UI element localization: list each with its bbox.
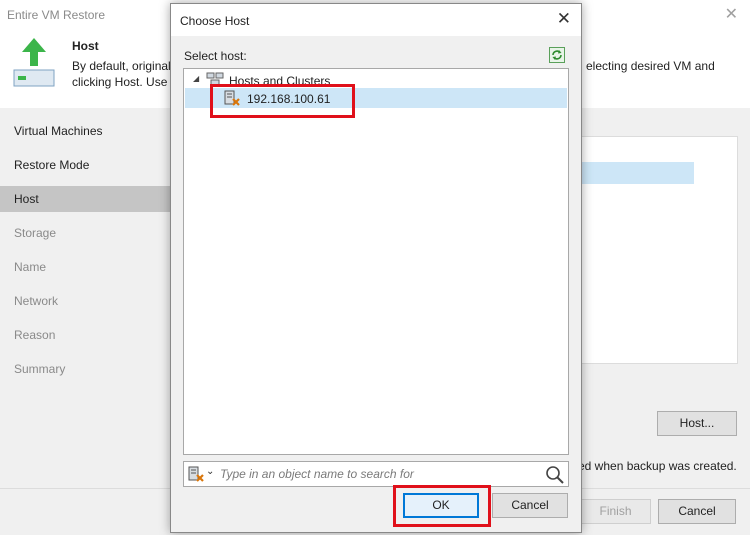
header-description-line1: By default, original <box>72 59 170 73</box>
step-summary: Summary <box>14 362 66 376</box>
dialog-titlebar: Choose Host ✕ <box>171 4 581 36</box>
header-description-right: electing desired VM and <box>586 59 715 73</box>
host-tree[interactable]: ◢ Hosts and Clusters 192.168.100.61 <box>183 68 569 455</box>
search-box: ⌄ <box>183 461 569 487</box>
dialog-cancel-button[interactable]: Cancel <box>492 493 568 518</box>
search-icon[interactable] <box>545 465 565 485</box>
upload-arrow-icon <box>13 38 55 87</box>
wizard-title: Entire VM Restore <box>7 8 106 22</box>
wizard-close-icon[interactable]: ✕ <box>725 4 738 24</box>
ok-highlight-box <box>393 485 491 527</box>
step-virtual-machines[interactable]: Virtual Machines <box>0 118 170 144</box>
wizard-cancel-button[interactable]: Cancel <box>658 499 736 524</box>
step-network: Network <box>14 294 59 308</box>
vm-host-list[interactable] <box>578 136 738 364</box>
header-title: Host <box>72 39 99 53</box>
chevron-down-icon[interactable]: ⌄ <box>206 466 214 477</box>
host-button[interactable]: Host... <box>657 411 737 436</box>
content-note: ed when backup was created. <box>578 459 737 473</box>
dialog-title: Choose Host <box>180 14 250 28</box>
tree-expand-arrow-icon[interactable]: ◢ <box>193 74 199 83</box>
step-reason: Reason <box>14 328 56 342</box>
step-name: Name <box>14 260 47 274</box>
wizard-steps-sidebar: Virtual Machines Restore Mode Host Stora… <box>0 108 170 488</box>
step-host[interactable]: Host <box>0 186 170 212</box>
search-input[interactable] <box>220 465 536 483</box>
select-host-label: Select host: <box>184 49 247 63</box>
step-storage: Storage <box>14 226 57 240</box>
choose-host-dialog: Choose Host ✕ Select host: ◢ Hosts and C… <box>170 3 582 533</box>
vm-list-selected-row[interactable] <box>580 162 694 184</box>
search-scope-host-icon[interactable] <box>188 466 204 482</box>
dialog-close-icon[interactable]: ✕ <box>557 9 571 29</box>
host-highlight-box <box>210 84 355 118</box>
step-restore-mode[interactable]: Restore Mode <box>0 152 170 178</box>
header-description-line2: clicking Host. Use r <box>72 75 170 89</box>
finish-button[interactable]: Finish <box>580 499 651 524</box>
refresh-icon[interactable] <box>549 47 565 63</box>
